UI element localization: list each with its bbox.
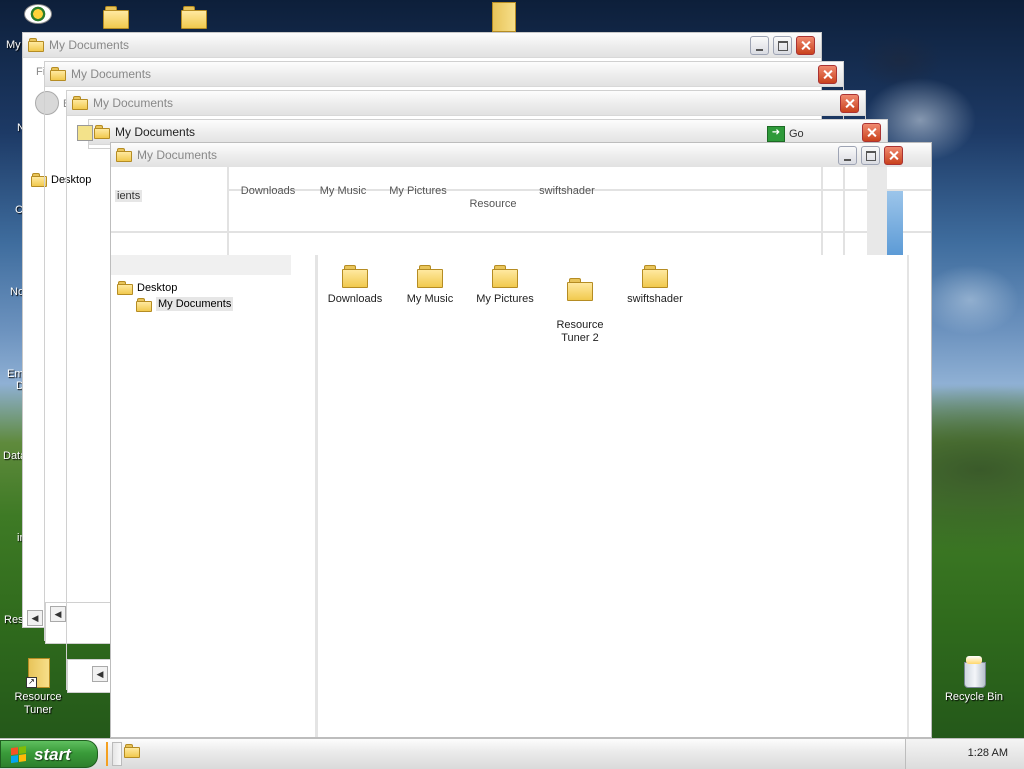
desktop-label-cut: My xyxy=(6,39,21,51)
folder-item-label: My Music xyxy=(406,293,454,305)
folder-icon xyxy=(492,265,518,288)
address-icon xyxy=(77,125,93,141)
folder-icon xyxy=(117,281,133,295)
folder-icon xyxy=(50,67,66,83)
tree-item-label: Desktop xyxy=(137,281,178,294)
folder-tree-pane[interactable]: Desktop My Documents xyxy=(111,255,318,737)
title-bar[interactable]: My Documents xyxy=(23,33,821,58)
tree-item-label: My Documents xyxy=(156,297,234,311)
ghost-folder-item: swiftshader xyxy=(539,185,595,197)
desktop-icon-top-2[interactable] xyxy=(103,6,129,31)
folder-icon xyxy=(342,265,368,288)
ghost-folder-item: My Pictures xyxy=(389,185,447,197)
window-title: My Documents xyxy=(49,38,130,52)
taskbar: start 1:28 AM xyxy=(0,738,1024,769)
desktop-icon-label: Recycle Bin xyxy=(944,691,1004,703)
folder-item-label: My Pictures xyxy=(476,293,534,305)
folder-item-my-pictures[interactable]: My Pictures xyxy=(469,265,541,306)
maximize-button[interactable] xyxy=(773,36,792,55)
folder-icon xyxy=(136,297,152,312)
close-button[interactable] xyxy=(840,94,859,113)
start-label: start xyxy=(34,745,71,764)
window-title: My Documents xyxy=(137,148,218,162)
taskbar-grip[interactable] xyxy=(112,742,122,766)
ghost-folder-item: My Music xyxy=(319,185,367,197)
window-title: My Documents xyxy=(93,96,174,110)
desktop-label-cut: Res xyxy=(4,614,24,626)
clock[interactable]: 1:28 AM xyxy=(968,747,1008,759)
pane-fragment: ◀ xyxy=(67,659,113,693)
window-title: My Documents xyxy=(71,67,152,81)
title-bar[interactable]: My Documents xyxy=(67,91,865,116)
scroll-left-arrow[interactable]: ◀ xyxy=(92,666,108,682)
ghost-strip: ients Downloads My Music My Pictures Res… xyxy=(111,167,931,255)
desktop-icon-label: Resource Tuner xyxy=(14,691,62,716)
scroll-left-arrow[interactable]: ◀ xyxy=(27,610,43,626)
folder-item-label: swiftshader xyxy=(627,293,683,305)
folder-contents-pane[interactable]: Downloads My Music My Pictures Resource … xyxy=(319,255,909,737)
start-button[interactable]: start xyxy=(0,740,98,768)
folder-icon xyxy=(417,265,443,288)
window-title: My Documents xyxy=(115,125,196,139)
folder-icon xyxy=(642,265,668,288)
ghost-fragment: ients xyxy=(115,190,143,202)
folder-icon xyxy=(567,278,593,301)
minimize-button[interactable] xyxy=(838,146,857,165)
close-button[interactable] xyxy=(884,146,903,165)
desktop-icon-top-1[interactable] xyxy=(24,4,52,26)
close-button[interactable] xyxy=(796,36,815,55)
folder-icon xyxy=(72,96,88,112)
folder-item-my-music[interactable]: My Music xyxy=(394,265,466,306)
tree-item-my-documents[interactable]: My Documents xyxy=(136,297,234,312)
go-arrow-icon[interactable]: ➜ xyxy=(767,126,785,142)
ghost-folder-item: Resource Tuner 2 xyxy=(469,198,517,210)
shortcut-folder-icon: ↗ xyxy=(26,658,50,688)
desktop-icon-top-4[interactable] xyxy=(492,2,516,32)
folder-item-resource-tuner-2[interactable]: Resource Tuner 2 xyxy=(544,265,616,345)
maximize-button[interactable] xyxy=(861,146,880,165)
close-button[interactable] xyxy=(818,65,837,84)
quicklaunch-separator xyxy=(106,742,108,766)
folder-item-downloads[interactable]: Downloads xyxy=(319,265,391,306)
folder-icon xyxy=(103,6,129,29)
msn-icon xyxy=(24,4,52,24)
system-tray: 1:28 AM xyxy=(905,739,1024,769)
folder-icon xyxy=(181,6,207,29)
scroll-left-arrow[interactable]: ◀ xyxy=(50,606,66,622)
go-button[interactable]: Go xyxy=(789,128,804,140)
close-button[interactable] xyxy=(862,123,881,142)
windows-logo-icon xyxy=(11,746,27,764)
minimize-button[interactable] xyxy=(750,36,769,55)
ghost-folder-item: Downloads xyxy=(240,185,296,197)
folder-icon xyxy=(94,125,110,141)
folder-icon xyxy=(28,38,44,54)
desktop-icon-resource-tuner[interactable]: ↗ Resource Tuner xyxy=(2,658,74,717)
folder-item-label: Resource Tuner 2 xyxy=(556,319,604,344)
explorer-window-front[interactable]: My Documents ients Downloads My Music My… xyxy=(110,142,932,738)
folder-icon xyxy=(116,148,132,164)
folder-icon xyxy=(124,744,146,758)
folder-item-label: Downloads xyxy=(327,293,383,305)
tree-item-desktop[interactable]: Desktop xyxy=(117,281,178,295)
folder-item-swiftshader[interactable]: swiftshader xyxy=(619,265,691,306)
title-bar[interactable]: My Documents xyxy=(45,62,843,87)
desktop-icon-top-3[interactable] xyxy=(181,6,207,31)
tree-header xyxy=(111,255,291,275)
desktop-icon-recycle-bin[interactable]: Recycle Bin xyxy=(938,656,1010,704)
taskbar-explorer-button[interactable] xyxy=(124,744,146,760)
recycle-bin-icon xyxy=(960,656,988,688)
